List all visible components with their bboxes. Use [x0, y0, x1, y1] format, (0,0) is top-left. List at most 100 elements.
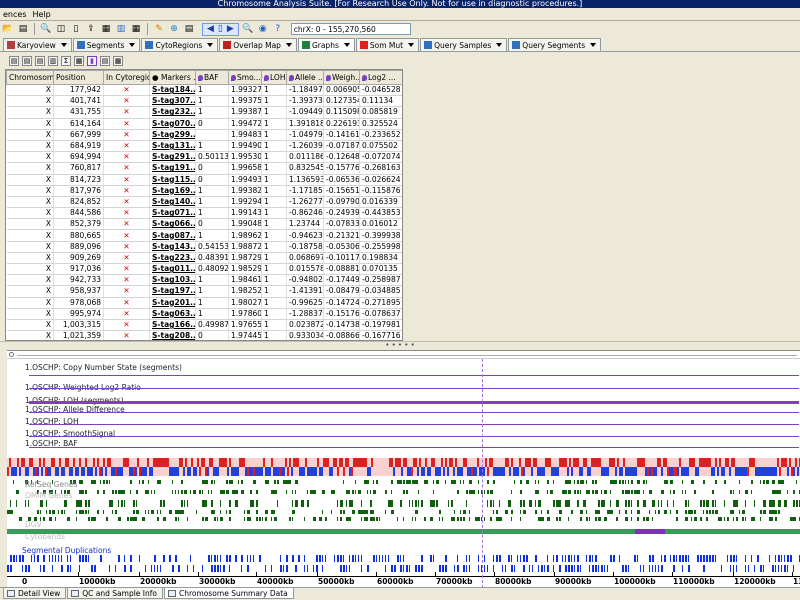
column-header[interactable]: Log2 ...: [359, 70, 402, 85]
query-segments-icon: [512, 41, 521, 49]
tab-menu-arrow-icon[interactable]: [285, 43, 292, 47]
select-icon[interactable]: ◫: [55, 23, 67, 35]
open-icon[interactable]: 📂: [2, 23, 14, 35]
table-row[interactable]: X817,976✕S-tag169...11.9938251-1.171851-…: [6, 185, 402, 197]
bottom-tab-qc-and-sample-info[interactable]: QC and Sample Info: [67, 588, 163, 599]
tab-menu-arrow-icon[interactable]: [408, 43, 415, 47]
column-header[interactable]: BAF: [195, 70, 229, 85]
column-header[interactable]: Smo...: [228, 70, 262, 85]
table-row[interactable]: X880,665✕S-tag087...11.9896251-0.946239-…: [6, 229, 402, 242]
zoom-in-icon[interactable]: ⊕: [168, 23, 180, 35]
table-filter-icon[interactable]: ▤: [100, 56, 110, 66]
tab-graphs[interactable]: Graphs: [297, 38, 355, 51]
column-header[interactable]: Position: [53, 70, 104, 85]
graph-viewer[interactable]: 1.OSCHP: Copy Number State (segments) 1.O…: [7, 350, 800, 587]
grid-icon[interactable]: ▦: [130, 23, 142, 35]
export-icon[interactable]: ⇪: [85, 23, 97, 35]
table-row[interactable]: X1,003,315✕S-tag166...0.4998781.97655910…: [6, 319, 402, 332]
table-row[interactable]: X684,919✕S-tag131...11.9949091-1.260391-…: [6, 140, 402, 153]
highlight-icon[interactable]: ✎: [153, 23, 165, 35]
save-icon[interactable]: ▤: [17, 23, 29, 35]
table-row[interactable]: X694,994✕S-tag291...0.5011321.99530910.0…: [6, 151, 402, 164]
tab-segments[interactable]: Segments: [72, 38, 141, 51]
tab-cytoregions[interactable]: CytoRegions: [141, 38, 219, 51]
table-row[interactable]: X401,741✕S-tag307...11.993751-1.3937350.…: [6, 95, 402, 108]
menu-help[interactable]: Help: [29, 10, 53, 19]
table-toolbar: ▤ ▤ ▤ ▥ Σ ▦ ▮ ▤ ▦: [0, 54, 800, 68]
table-row[interactable]: X177,942✕S-tag184...11.9932721-1.1849790…: [6, 84, 402, 97]
table-row[interactable]: X889,096✕S-tag143...0.5415361.9887261-0.…: [6, 241, 402, 253]
nav-right-icon[interactable]: ▶: [225, 24, 236, 34]
table-export-icon[interactable]: ▤: [9, 56, 19, 66]
table-marker-icon[interactable]: ▮: [87, 56, 97, 66]
tab-karyoview[interactable]: Karyoview: [3, 38, 72, 51]
region-input[interactable]: [290, 23, 411, 35]
column-header[interactable]: Weigh...: [323, 70, 360, 85]
tab-query-samples[interactable]: Query Samples: [420, 38, 508, 51]
menu-preferences[interactable]: ences: [0, 10, 29, 19]
genes-track-label: RefSeq Genes: [25, 480, 77, 489]
table-row[interactable]: X 1,021,359 ✕ S-tag208... 0 1.97445 1 0.933034-…: [6, 330, 402, 340]
nav-range-icon[interactable]: ▯: [216, 24, 225, 34]
table-row[interactable]: X667,999✕S-tag299...1.9948331-1.049792-0…: [6, 129, 402, 141]
table-row[interactable]: X909,269✕S-tag223...0.4839181.98729110.0…: [6, 252, 402, 265]
tab-menu-arrow-icon[interactable]: [590, 43, 597, 47]
lock-icon[interactable]: ▯: [70, 23, 82, 35]
cn-mark: [749, 458, 751, 467]
table-row[interactable]: X978,068✕S-tag201...11.9802751-0.996255-…: [6, 297, 402, 309]
gene-mark: [505, 510, 508, 514]
table-row[interactable]: X824,852✕S-tag140...11.9929471-1.262777-…: [6, 196, 402, 209]
bookmark-icon[interactable]: ▤: [183, 23, 195, 35]
tab-som-mut[interactable]: Som Mut: [355, 38, 420, 51]
column-header[interactable]: Allele ...: [286, 70, 324, 85]
zoom-icon[interactable]: 🔍: [242, 23, 254, 35]
table-copy-icon[interactable]: ▤: [22, 56, 32, 66]
tab-menu-arrow-icon[interactable]: [207, 43, 214, 47]
table-row[interactable]: X814,723✕S-tag115...01.99493611.136593-0…: [6, 174, 402, 186]
tab-menu-arrow-icon[interactable]: [496, 43, 503, 47]
column-header[interactable]: In Cytoregion: [103, 70, 150, 85]
table-row[interactable]: X 760,817 ✕ S-tag191... 0 1.99658 1 0.832545 -0.…: [6, 162, 402, 175]
table-row[interactable]: X844,586✕S-tag071...11.9914311-0.862467-…: [6, 207, 402, 220]
cn-mark: [463, 458, 465, 467]
tab-query-segments[interactable]: Query Segments: [508, 38, 602, 51]
segdup-mark: [175, 555, 177, 562]
column-header[interactable]: Chromosome: [6, 70, 54, 85]
table-row[interactable]: X852,379✕S-tag066...01.99048611.23744-0.…: [6, 218, 402, 231]
column-header[interactable]: LOH: [261, 70, 287, 85]
table-columns-icon[interactable]: ▥: [48, 56, 58, 66]
scale-tick-label: 90000kb: [555, 577, 592, 586]
table-icon[interactable]: ▦: [100, 23, 112, 35]
help-icon[interactable]: ?: [272, 23, 284, 35]
segdup-mark: [565, 565, 567, 572]
cn-mark: [499, 467, 501, 476]
table-settings-icon[interactable]: ▦: [113, 56, 123, 66]
table-row[interactable]: X614,164✕S-tag070...01.99472111.3918180.…: [6, 118, 402, 130]
nav-left-icon[interactable]: ◀: [205, 24, 216, 34]
table-print-icon[interactable]: ▤: [35, 56, 45, 66]
tab-overlap-map[interactable]: Overlap Map: [219, 38, 297, 51]
tab-menu-arrow-icon[interactable]: [60, 43, 67, 47]
position-cursor[interactable]: [482, 359, 483, 587]
bottom-tab-detail-view[interactable]: Detail View: [3, 588, 67, 599]
bottom-tab-chromosome-summary-data[interactable]: Chromosome Summary Data: [164, 588, 294, 599]
table-sum-icon[interactable]: Σ: [61, 56, 71, 66]
chromosome-navigator[interactable]: ◀ ▯ ▶: [202, 22, 239, 36]
cn-mark: [51, 458, 53, 467]
pane-splitter[interactable]: • • • • •: [0, 341, 800, 349]
columns-icon[interactable]: ▥: [115, 23, 127, 35]
tab-menu-arrow-icon[interactable]: [343, 43, 350, 47]
find-icon[interactable]: 🔍: [40, 23, 52, 35]
table-row[interactable]: X995,974✕S-tag063...11.9786021-1.288371-…: [6, 308, 402, 320]
table-row[interactable]: X958,937✕S-tag197...11.9825231-1.413913-…: [6, 285, 402, 298]
table-grid-icon[interactable]: ▦: [74, 56, 84, 66]
table-row[interactable]: X431,755✕S-tag232...11.9938781-1.0944950…: [6, 106, 402, 119]
markers-table[interactable]: ChromosomePositionIn Cytoregion● Markers…: [5, 69, 403, 341]
tab-menu-arrow-icon[interactable]: [129, 43, 136, 47]
column-header[interactable]: ● Markers ...: [149, 70, 196, 85]
gene-mark: [211, 480, 213, 484]
table-row[interactable]: X942,733✕S-tag103...11.9846191-0.948021-…: [6, 274, 402, 287]
viewer-toggle-icon[interactable]: [9, 352, 14, 357]
globe-icon[interactable]: ◉: [257, 23, 269, 35]
table-row[interactable]: X917,036✕S-tag011...0.4809221.98529410.0…: [6, 263, 402, 276]
